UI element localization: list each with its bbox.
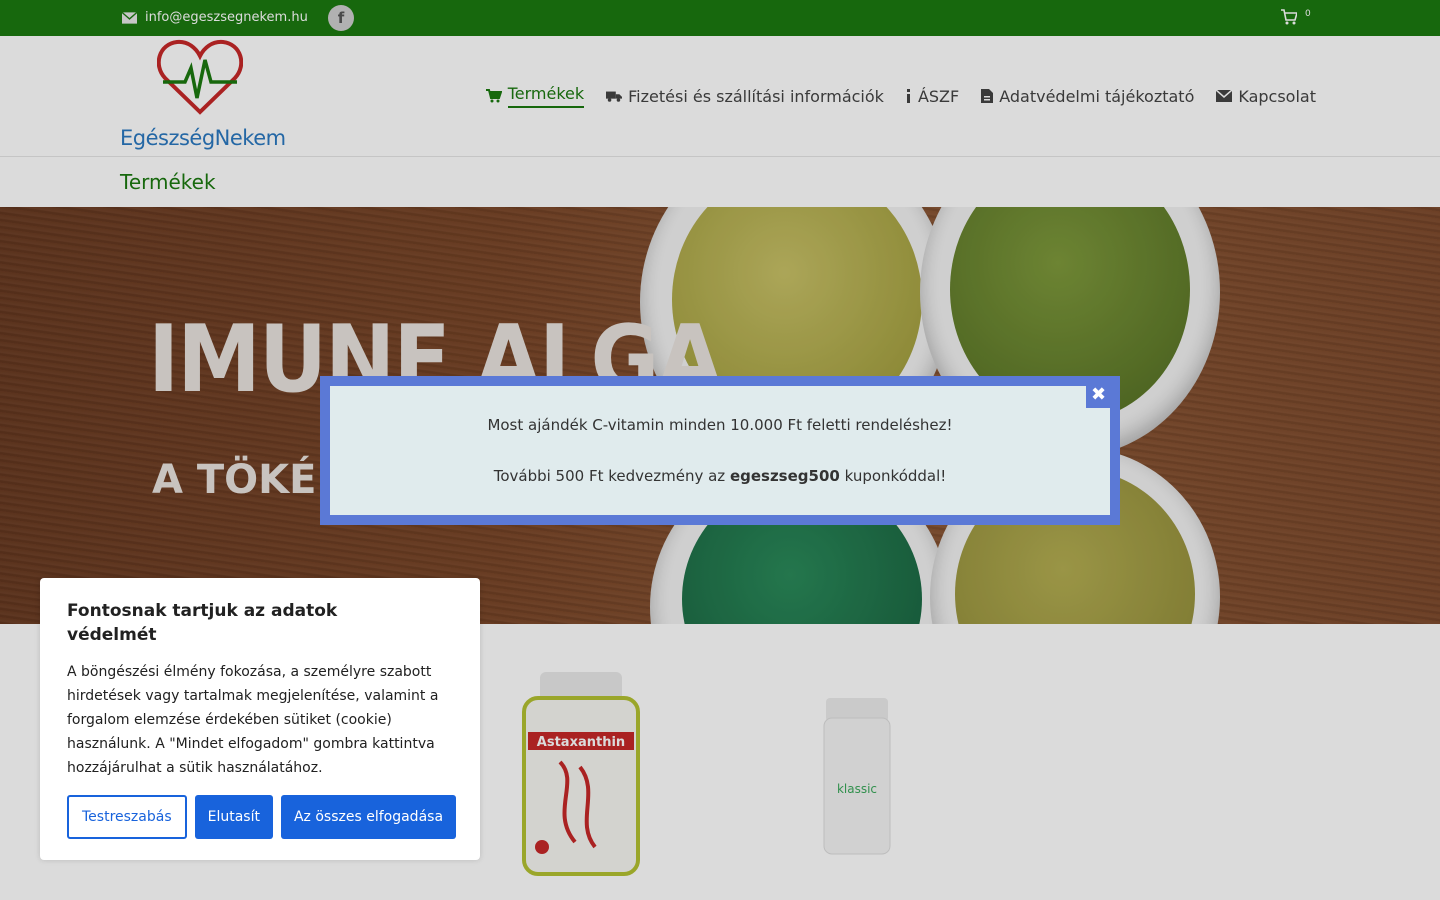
cart-icon	[1281, 9, 1297, 25]
envelope-icon	[122, 11, 137, 24]
accept-all-button[interactable]: Az összes elfogadása	[280, 795, 457, 839]
close-icon[interactable]: ✖	[1086, 383, 1111, 408]
page-title: Termékek	[120, 170, 216, 194]
cookie-title: Fontosnak tartjuk az adatok védelmét	[67, 601, 338, 645]
nav-item-privacy[interactable]: Adatvédelmi tájékoztató	[981, 84, 1194, 112]
nav-item-shipping[interactable]: Fizetési és szállítási információk	[606, 84, 884, 112]
cookie-buttons: Testreszabás Elutasít Az összes elfogadá…	[67, 795, 457, 839]
product-image-astaxanthin[interactable]: Astaxanthin	[520, 672, 642, 878]
customize-button[interactable]: Testreszabás	[67, 795, 187, 839]
promo-popup: Most ajándék C-vitamin minden 10.000 Ft …	[320, 376, 1120, 525]
promo-line-1: Most ajándék C-vitamin minden 10.000 Ft …	[487, 416, 953, 434]
nav-item-label: Termékek	[507, 84, 585, 108]
coupon-code: egeszseg500	[729, 467, 840, 485]
document-icon	[981, 89, 994, 103]
site-header: EgészségNekem Termékek Fizetési és száll…	[0, 36, 1440, 157]
nav-item-contact[interactable]: Kapcsolat	[1216, 84, 1316, 112]
cookie-consent-banner: Fontosnak tartjuk az adatok védelmét A b…	[40, 578, 480, 860]
breadcrumb: Termékek	[0, 157, 1440, 207]
promo-popup-body: Most ajándék C-vitamin minden 10.000 Ft …	[330, 386, 1110, 515]
nav-item-label: ÁSZF	[917, 86, 960, 106]
cookie-text: A böngészési élmény fokozása, a személyr…	[67, 664, 439, 776]
contact-email[interactable]: info@egeszsegnekem.hu	[122, 10, 308, 25]
nav-item-label: Adatvédelmi tájékoztató	[999, 86, 1195, 106]
truck-icon	[606, 91, 623, 102]
site-logo[interactable]: EgészségNekem	[120, 36, 286, 156]
cart-count: 0	[1305, 9, 1311, 19]
top-bar: info@egeszsegnekem.hu f 0	[0, 0, 1440, 36]
nav-item-label: Kapcsolat	[1238, 86, 1316, 106]
facebook-icon[interactable]: f	[328, 5, 354, 31]
contact-email-text: info@egeszsegnekem.hu	[145, 10, 308, 25]
heart-logo-icon	[157, 39, 243, 115]
product-label: Astaxanthin	[537, 735, 625, 750]
brand-name: EgészségNekem	[120, 126, 286, 150]
cart-icon	[485, 89, 502, 103]
promo-line-2-suffix: kuponkóddal!	[839, 467, 947, 485]
nav-item-label: Fizetési és szállítási információk	[628, 86, 884, 106]
nav-item-products[interactable]: Termékek	[485, 84, 585, 112]
promo-line-2: További 500 Ft kedvezmény az egeszseg500…	[330, 466, 1110, 486]
product-image-klassic[interactable]: klassic	[822, 698, 892, 856]
main-nav: Termékek Fizetési és szállítási informác…	[485, 84, 1316, 112]
envelope-icon	[1216, 89, 1233, 102]
product-label: klassic	[837, 782, 877, 796]
nav-item-terms[interactable]: ÁSZF	[906, 84, 959, 112]
promo-line-2-prefix: További 500 Ft kedvezmény az	[493, 467, 730, 485]
cart-button[interactable]: 0	[1281, 9, 1311, 25]
reject-button[interactable]: Elutasít	[194, 795, 273, 839]
info-icon	[906, 89, 910, 103]
